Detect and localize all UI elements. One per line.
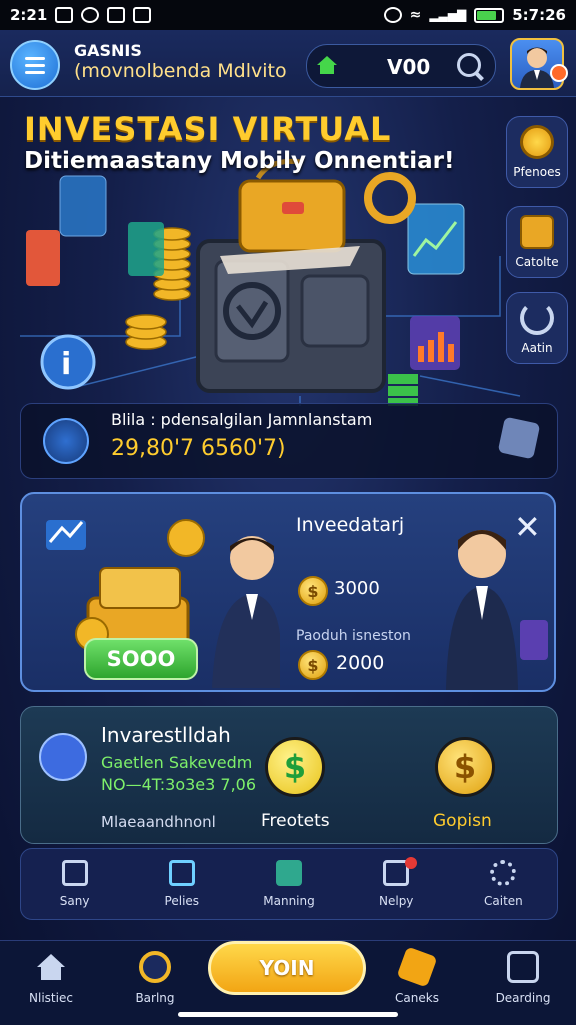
side-button-catolte[interactable]: Catolte: [506, 206, 568, 278]
wifi-icon: ≈: [409, 7, 422, 23]
gallery-icon: [107, 7, 126, 23]
status-bar: 2:21 ≈ ▂▃▅▇ 5:7:26: [0, 0, 576, 30]
app-title: GASNIS: [74, 41, 142, 60]
side-button-label: Aatin: [521, 341, 553, 355]
nav-label: Caneks: [395, 991, 439, 1005]
hamburger-icon: [25, 56, 45, 60]
invest-amount-2: 2000: [336, 652, 385, 674]
quick-action-pelies[interactable]: Pelies: [128, 849, 235, 919]
nav-item-home[interactable]: Nlistiec: [6, 951, 96, 1005]
nav-label: Dearding: [495, 991, 551, 1005]
quick-action-label: Nelpy: [379, 894, 414, 908]
profit-line-2: NO—4T:3o3e3 7,06: [101, 775, 257, 794]
side-button-label: Pfenoes: [513, 165, 561, 179]
quick-action-manning[interactable]: Manning: [235, 849, 342, 919]
cube-icon: [497, 416, 541, 460]
invest-amount: 3000: [334, 578, 380, 599]
nav-item-dearding[interactable]: Dearding: [478, 951, 568, 1005]
balance-stat: Blila : pdensalgilan Jamnlanstam 29,80'7…: [20, 403, 558, 479]
quick-action-label: Sany: [59, 894, 90, 908]
coin-icon: $: [298, 650, 328, 680]
search-icon[interactable]: [457, 53, 481, 77]
home-indicator[interactable]: [178, 1012, 398, 1017]
side-button-pfenoes[interactable]: Pfenoes: [506, 116, 568, 188]
join-button[interactable]: YOIN: [208, 941, 366, 995]
investment-card: Inveedatarj ✕ $ 3000 Paoduh isneston $ 2…: [20, 492, 556, 692]
quick-action-label: Pelies: [164, 894, 200, 908]
info-icon: [43, 418, 89, 464]
dollar-coin-gold-icon[interactable]: $: [435, 737, 495, 797]
coin-label-gopisn: Gopisn: [433, 811, 492, 831]
home-icon: [317, 56, 337, 74]
app-subtitle: (movnolbenda Mdlvito: [74, 60, 287, 82]
nav-item-caneks[interactable]: Caneks: [372, 946, 462, 1005]
quick-actions: Sany Pelies Manning Nelpy Caiten: [20, 848, 558, 920]
profit-line-1: Gaetlen Sakevedm: [101, 753, 253, 772]
invest-button[interactable]: SOOO: [84, 638, 198, 680]
invest-card-title: Inveedatarj: [296, 514, 405, 536]
search-value[interactable]: V00: [387, 55, 430, 79]
mail-icon: [133, 7, 152, 23]
investor-illustration: [446, 530, 548, 690]
signal-icon: ▂▃▅▇: [429, 8, 467, 22]
nav-item-barlng[interactable]: Barlng: [110, 951, 200, 1005]
compass-icon: [139, 951, 171, 983]
profit-title: Invarestlldah: [101, 723, 231, 747]
svg-text:i: i: [61, 347, 71, 382]
stat-label: Blila : pdensalgilan Jamnlanstam: [111, 410, 373, 429]
hero-subtitle: Ditiemaastany Mobily Onnentiar!: [24, 148, 455, 174]
app-header: GASNIS (movnolbenda Mdlvito V00: [0, 30, 576, 97]
dollar-coin-green-icon[interactable]: $: [265, 737, 325, 797]
document-icon: [61, 860, 88, 886]
quick-action-caiten[interactable]: Caiten: [450, 849, 557, 919]
gear-icon: [490, 860, 517, 886]
stat-value: 29,80'7 6560'7): [111, 436, 286, 461]
search-bar[interactable]: V00: [306, 44, 496, 88]
briefcase-icon: [168, 860, 195, 886]
coin-icon: $: [298, 576, 328, 606]
status-time: 2:21: [10, 6, 48, 24]
invest-label: Paoduh isneston: [296, 628, 411, 644]
side-button-label: Catolte: [515, 255, 559, 269]
stack-icon: [507, 951, 539, 983]
refresh-icon: [520, 301, 554, 335]
hero-title: INVESTASI VIRTUAL: [24, 110, 392, 148]
chest-icon: [520, 215, 554, 249]
quick-action-label: Caiten: [484, 894, 523, 908]
quick-action-label: Manning: [263, 894, 315, 908]
notification-icon: [55, 7, 74, 23]
profit-card: Invarestlldah Gaetlen Sakevedm NO—4T:3o3…: [20, 706, 558, 844]
google-icon: [81, 7, 100, 23]
nav-label: Nlistiec: [29, 991, 73, 1005]
coin-icon: [520, 125, 554, 159]
profit-line-3: Mlaeaandhnonl: [101, 813, 216, 831]
coin-label-profits: Freotets: [261, 811, 330, 831]
status-clock: 5:7:26: [512, 6, 566, 24]
nav-label: Barlng: [135, 991, 175, 1005]
tag-icon: [276, 860, 302, 886]
alarm-icon: [383, 7, 402, 23]
side-button-aatin[interactable]: Aatin: [506, 292, 568, 364]
wallet-icon: [39, 733, 87, 781]
menu-button[interactable]: [10, 40, 60, 90]
quick-action-nelpy[interactable]: Nelpy: [343, 849, 450, 919]
dice-icon: [396, 946, 438, 988]
notification-badge: [404, 857, 417, 869]
battery-icon: [474, 7, 505, 23]
notification-badge: [550, 64, 568, 82]
quick-action-sany[interactable]: Sany: [21, 849, 128, 919]
home-icon: [37, 954, 65, 980]
